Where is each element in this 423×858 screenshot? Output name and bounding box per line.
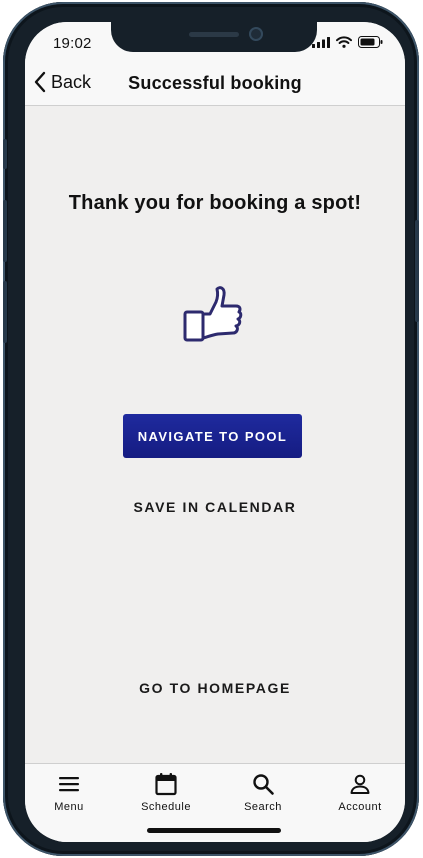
battery-icon	[358, 36, 383, 48]
power-button	[415, 220, 419, 322]
tab-schedule[interactable]: Schedule	[121, 772, 211, 816]
volume-up-button	[3, 200, 7, 262]
screen: 19:02 Back Successful booking Thank you …	[25, 22, 405, 842]
tab-search-label: Search	[244, 801, 282, 813]
tab-account[interactable]: Account	[315, 772, 405, 816]
status-time: 19:02	[53, 35, 92, 52]
mute-switch	[3, 139, 7, 169]
page-title: Successful booking	[128, 73, 302, 93]
tab-search[interactable]: Search	[218, 772, 308, 816]
wifi-icon	[336, 36, 352, 48]
thumbs-up-icon	[183, 286, 243, 342]
calendar-icon	[155, 773, 177, 796]
confirmation-heading: Thank you for booking a spot!	[68, 192, 362, 214]
speaker	[189, 32, 239, 37]
tab-account-label: Account	[338, 801, 382, 813]
search-icon	[253, 774, 274, 795]
save-in-calendar-button[interactable]: SAVE IN CALENDAR	[25, 499, 405, 515]
menu-icon	[59, 777, 79, 792]
status-icons	[312, 36, 383, 48]
navigate-to-pool-button[interactable]: NAVIGATE TO POOL	[123, 414, 302, 458]
notch	[111, 22, 317, 52]
tab-menu-label: Menu	[54, 801, 84, 813]
tab-schedule-label: Schedule	[141, 801, 191, 813]
home-indicator	[147, 828, 281, 833]
tab-menu[interactable]: Menu	[25, 772, 114, 816]
front-camera	[249, 27, 263, 41]
account-icon	[350, 774, 370, 794]
volume-down-button	[3, 281, 7, 343]
go-to-homepage-button[interactable]: GO TO HOMEPAGE	[25, 680, 405, 696]
phone-frame: 19:02 Back Successful booking Thank you …	[3, 2, 419, 856]
